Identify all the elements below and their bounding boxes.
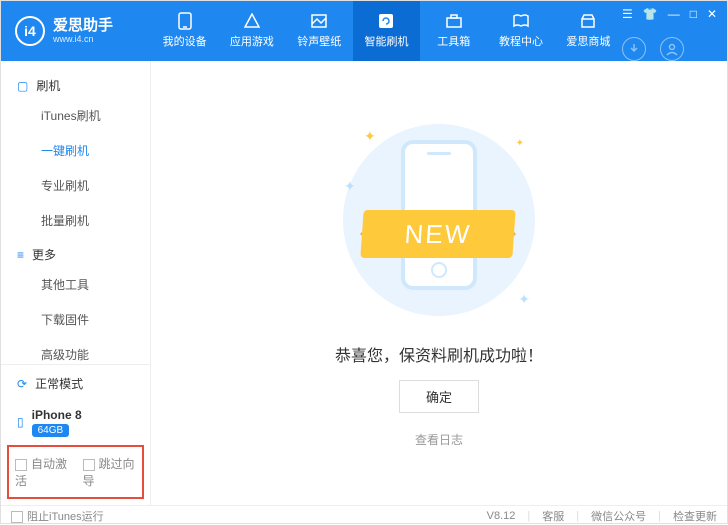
top-nav: 我的设备 应用游戏 铃声壁纸 智能刷机 工具箱 教程中心 爱思商城 <box>151 1 622 61</box>
wallpaper-icon <box>309 13 329 29</box>
sparkle-icon: ✦ <box>518 291 530 308</box>
sidebar-group-more: ≡ 更多 <box>1 238 150 267</box>
statusbar: 阻止iTunes运行 V8.12 | 客服 | 微信公众号 | 检查更新 <box>1 505 727 525</box>
sparkle-icon: ✦ <box>516 138 524 149</box>
sidebar-item-oneclick-flash[interactable]: 一键刷机 <box>1 133 150 168</box>
flash-options-highlight: 自动激活 跳过向导 <box>7 445 144 499</box>
sidebar-group-flash: ▢ 刷机 <box>1 69 150 98</box>
sidebar-item-pro-flash[interactable]: 专业刷机 <box>1 168 150 203</box>
check-update-link[interactable]: 检查更新 <box>673 508 717 524</box>
block-itunes-checkbox[interactable]: 阻止iTunes运行 <box>11 508 104 524</box>
toolbox-icon <box>444 13 464 29</box>
phone-icon: ▢ <box>17 79 28 93</box>
logo[interactable]: i4 爱思助手 www.i4.cn <box>1 1 151 61</box>
sidebar-item-itunes-flash[interactable]: iTunes刷机 <box>1 98 150 133</box>
skin-icon[interactable]: 👕 <box>643 7 658 21</box>
main-content: ✦ ✦ ✦ ✦ NEW 恭喜您，保资料刷机成功啦！ 确定 查看日志 <box>151 61 727 505</box>
sparkle-icon: ✦ <box>344 178 356 195</box>
download-icon[interactable] <box>622 37 646 61</box>
wechat-link[interactable]: 微信公众号 <box>591 508 646 524</box>
mode-icon: ⟳ <box>17 377 27 391</box>
new-ribbon: NEW <box>360 210 515 258</box>
logo-icon: i4 <box>15 16 45 46</box>
version-label: V8.12 <box>487 510 516 522</box>
user-icon[interactable] <box>660 37 684 61</box>
sidebar-item-other-tools[interactable]: 其他工具 <box>1 267 150 302</box>
close-icon[interactable]: ✕ <box>707 7 717 21</box>
device-mode[interactable]: ⟳ 正常模式 <box>1 365 150 402</box>
phone-icon <box>175 13 195 29</box>
nav-smart-flash[interactable]: 智能刷机 <box>353 1 420 61</box>
nav-tutorials[interactable]: 教程中心 <box>487 1 554 61</box>
storage-badge: 64GB <box>32 424 70 437</box>
refresh-icon <box>376 13 396 29</box>
sidebar: ▢ 刷机 iTunes刷机 一键刷机 专业刷机 批量刷机 ≡ 更多 其他工具 下… <box>1 61 151 505</box>
logo-text: 爱思助手 www.i4.cn <box>53 18 113 44</box>
device-name: iPhone 8 <box>32 408 82 422</box>
window-controls: ☰ 👕 — □ ✕ <box>622 1 727 21</box>
sparkle-icon: ✦ <box>364 128 376 145</box>
device-info[interactable]: ▯ iPhone 8 64GB <box>1 402 150 446</box>
nav-store[interactable]: 爱思商城 <box>555 1 622 61</box>
auto-activate-checkbox[interactable]: 自动激活 <box>15 455 69 489</box>
nav-my-device[interactable]: 我的设备 <box>151 1 218 61</box>
sidebar-item-advanced[interactable]: 高级功能 <box>1 337 150 364</box>
confirm-button[interactable]: 确定 <box>399 380 479 413</box>
skip-wizard-checkbox[interactable]: 跳过向导 <box>83 455 137 489</box>
success-illustration: ✦ ✦ ✦ ✦ NEW <box>324 118 554 328</box>
sidebar-item-download-firmware[interactable]: 下载固件 <box>1 302 150 337</box>
more-icon: ≡ <box>17 248 24 262</box>
support-link[interactable]: 客服 <box>542 508 564 524</box>
maximize-icon[interactable]: □ <box>690 7 697 21</box>
sidebar-item-batch-flash[interactable]: 批量刷机 <box>1 203 150 238</box>
store-icon <box>578 13 598 29</box>
device-icon: ▯ <box>17 415 24 429</box>
minimize-icon[interactable]: — <box>668 7 680 21</box>
titlebar: i4 爱思助手 www.i4.cn 我的设备 应用游戏 铃声壁纸 智能刷机 工具… <box>1 1 727 61</box>
view-log-link[interactable]: 查看日志 <box>415 431 463 448</box>
nav-ringtones[interactable]: 铃声壁纸 <box>286 1 353 61</box>
nav-apps-games[interactable]: 应用游戏 <box>218 1 285 61</box>
success-message: 恭喜您，保资料刷机成功啦！ <box>335 342 543 366</box>
apps-icon <box>242 13 262 29</box>
nav-toolbox[interactable]: 工具箱 <box>420 1 487 61</box>
titlebar-right-actions <box>622 37 727 61</box>
menu-icon[interactable]: ☰ <box>622 7 633 21</box>
book-icon <box>511 13 531 29</box>
